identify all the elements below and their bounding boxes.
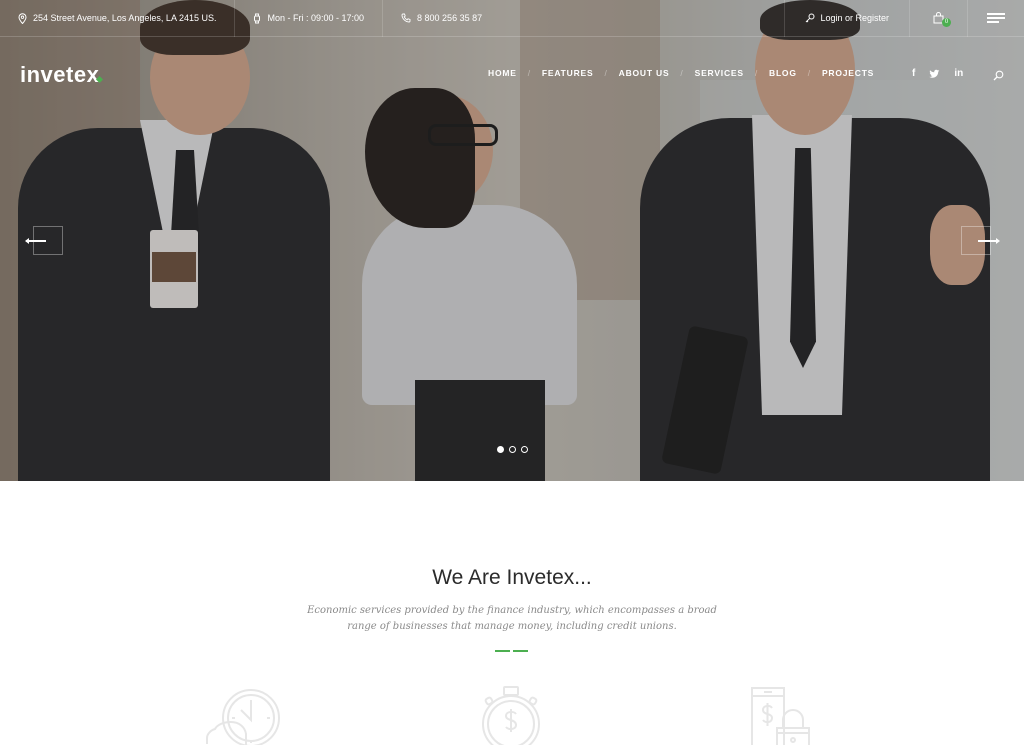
address-info: 254 Street Avenue, Los Angeles, LA 2415 …	[0, 0, 236, 37]
slider-pagination	[497, 446, 528, 453]
feature-item-1	[205, 686, 281, 745]
nav-item-home[interactable]: HOME	[488, 68, 517, 78]
nav-item-projects[interactable]: PROJECTS	[822, 68, 874, 78]
phone-info[interactable]: 8 800 256 35 87	[383, 0, 500, 37]
hours-info: Mon - Fri : 09:00 - 17:00	[235, 0, 384, 37]
key-icon	[806, 13, 815, 23]
slider-dot-2[interactable]	[509, 446, 516, 453]
section-title: We Are Invetex...	[432, 566, 592, 589]
hamburger-menu-icon	[987, 11, 1005, 26]
nav-item-about-us[interactable]: ABOUT US	[619, 68, 670, 78]
watch-icon	[254, 13, 261, 23]
feature-item-2	[478, 686, 544, 745]
slider-dot-1[interactable]	[497, 446, 504, 453]
search-button[interactable]	[993, 68, 1004, 86]
twitter-icon[interactable]	[929, 69, 940, 79]
phone-text: 8 800 256 35 87	[417, 13, 483, 23]
address-text: 254 Street Avenue, Los Angeles, LA 2415 …	[33, 13, 217, 23]
facebook-icon[interactable]: f	[912, 68, 915, 79]
search-icon	[993, 70, 1004, 81]
site-logo[interactable]: invetex	[20, 62, 104, 88]
logo-text: invetex	[20, 62, 100, 87]
login-register-link[interactable]: Login or Register	[784, 0, 910, 37]
nav-separator: /	[680, 68, 684, 78]
social-links: f in	[912, 68, 963, 79]
map-pin-icon	[18, 12, 27, 24]
login-text: Login or Register	[820, 13, 889, 23]
nav-item-blog[interactable]: BLOG	[769, 68, 797, 78]
nav-item-services[interactable]: SERVICES	[695, 68, 744, 78]
stopwatch-dollar-icon	[482, 686, 540, 745]
hours-text: Mon - Fri : 09:00 - 17:00	[267, 13, 365, 23]
linkedin-icon[interactable]: in	[954, 68, 963, 79]
nav-separator: /	[807, 68, 811, 78]
cart-count-badge: 0	[942, 17, 951, 27]
phone-icon	[401, 13, 411, 23]
feature-item-3	[750, 686, 816, 745]
nav-separator: /	[604, 68, 608, 78]
clock-piggy-bank-icon	[206, 689, 280, 745]
section-divider	[495, 650, 528, 652]
cart-button[interactable]: 0	[910, 0, 968, 37]
phone-lock-dollar-icon	[751, 687, 810, 745]
menu-button[interactable]	[968, 0, 1024, 37]
slider-dot-3[interactable]	[521, 446, 528, 453]
main-nav: HOME / FEATURES / ABOUT US / SERVICES / …	[488, 68, 874, 78]
nav-separator: /	[527, 68, 531, 78]
top-info-bar: 254 Street Avenue, Los Angeles, LA 2415 …	[0, 0, 1024, 37]
nav-separator: /	[754, 68, 758, 78]
nav-item-features[interactable]: FEATURES	[542, 68, 594, 78]
section-description: Economic services provided by the financ…	[307, 605, 717, 632]
